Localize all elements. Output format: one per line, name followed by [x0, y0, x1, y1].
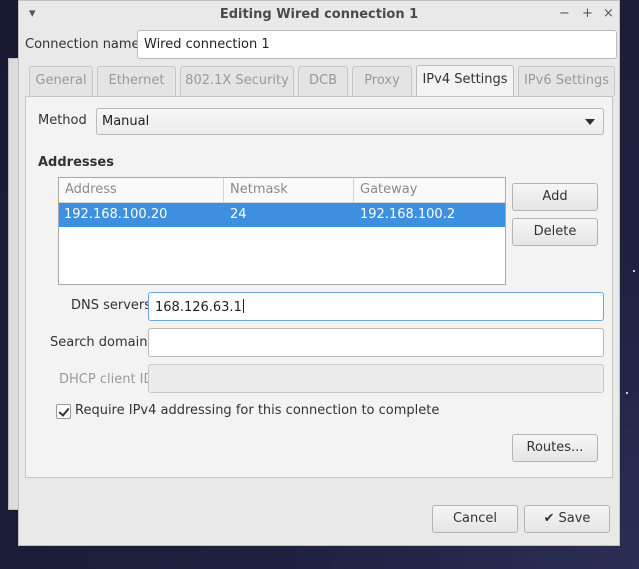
tab-proxy[interactable]: Proxy	[352, 66, 412, 96]
desktop-star	[633, 270, 635, 272]
method-select[interactable]: Manual	[96, 108, 604, 135]
addresses-table-header: Address Netmask Gateway	[59, 178, 505, 203]
dns-servers-label: DNS servers	[71, 298, 152, 313]
connection-name-input[interactable]: Wired connection 1	[137, 30, 617, 59]
column-header-netmask[interactable]: Netmask	[224, 178, 354, 202]
dns-servers-input[interactable]: 168.126.63.1	[148, 292, 604, 321]
gateway-cell[interactable]: 192.168.100.2	[355, 203, 460, 226]
maximize-icon[interactable]: +	[582, 6, 593, 21]
dns-servers-value: 168.126.63.1	[155, 300, 242, 315]
column-header-address[interactable]: Address	[59, 178, 224, 202]
checkmark-icon: ✔	[543, 511, 555, 526]
chevron-down-icon	[585, 119, 595, 125]
desktop-star	[626, 392, 628, 394]
tab-ipv6-settings[interactable]: IPv6 Settings	[518, 66, 615, 96]
connection-name-label: Connection name	[25, 37, 140, 52]
tab-8021x-security[interactable]: 802.1X Security	[180, 66, 294, 96]
ipv4-settings-panel: Method Manual Addresses Address Netmask …	[25, 96, 613, 478]
close-icon[interactable]: ×	[603, 6, 614, 21]
tab-general[interactable]: General	[29, 66, 93, 96]
search-domains-input[interactable]	[148, 328, 604, 357]
method-value: Manual	[102, 114, 150, 129]
addresses-table[interactable]: Address Netmask Gateway 192.168.100.20 2…	[58, 177, 506, 285]
require-ipv4-checkbox[interactable]	[56, 404, 71, 419]
require-ipv4-label[interactable]: Require IPv4 addressing for this connect…	[75, 403, 439, 418]
cancel-button[interactable]: Cancel	[432, 505, 518, 533]
netmask-cell[interactable]: 24	[225, 203, 252, 226]
minimize-icon[interactable]: −	[559, 6, 570, 21]
connection-editor-window: ▾ Editing Wired connection 1 − + × Conne…	[18, 0, 620, 546]
addresses-heading: Addresses	[38, 155, 114, 170]
dhcp-client-id-input	[148, 364, 604, 393]
add-address-button[interactable]: Add	[512, 183, 598, 211]
address-cell[interactable]: 192.168.100.20	[59, 203, 172, 226]
text-cursor	[242, 299, 244, 313]
delete-address-button[interactable]: Delete	[512, 218, 598, 246]
titlebar[interactable]: ▾ Editing Wired connection 1 − + ×	[19, 1, 619, 27]
search-domains-label: Search domains	[50, 335, 155, 350]
routes-button[interactable]: Routes...	[512, 434, 598, 462]
window-title: Editing Wired connection 1	[219, 7, 419, 22]
dhcp-client-id-label: DHCP client ID	[59, 372, 154, 387]
save-button[interactable]: ✔ Save	[524, 505, 610, 533]
tab-ipv4-settings[interactable]: IPv4 Settings	[416, 65, 514, 97]
tab-dcb[interactable]: DCB	[298, 66, 348, 96]
table-row[interactable]: 192.168.100.20 24 192.168.100.2	[59, 203, 505, 227]
save-button-label: Save	[558, 511, 591, 526]
tab-ethernet[interactable]: Ethernet	[97, 66, 176, 96]
method-label: Method	[38, 113, 87, 128]
column-header-gateway[interactable]: Gateway	[354, 178, 505, 202]
